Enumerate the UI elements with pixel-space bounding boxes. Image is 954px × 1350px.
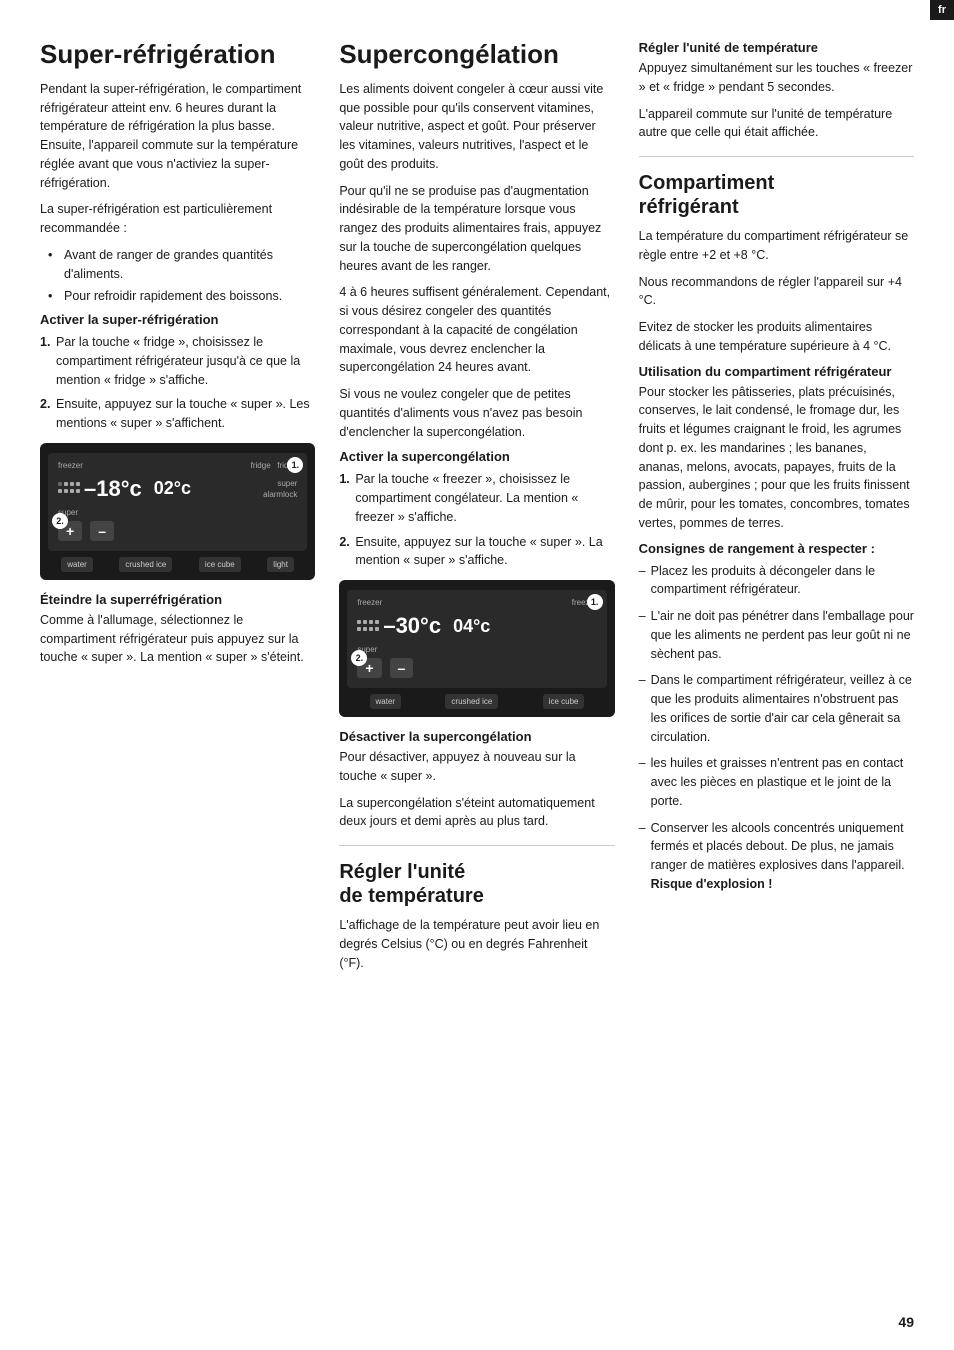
dash-item-5: Conserver les alcools concentrés uniquem… bbox=[639, 819, 914, 894]
regler-right-para2: L'appareil commute sur l'unité de tempér… bbox=[639, 105, 914, 143]
utilisation-title: Utilisation du compartiment réfrigérateu… bbox=[639, 364, 914, 379]
temp-right-2: 04°c bbox=[453, 616, 490, 637]
supercongel-title: Supercongélation bbox=[339, 40, 614, 70]
bullet-item-1: Avant de ranger de grandes quantités d'a… bbox=[56, 246, 315, 284]
btn-water-1: water bbox=[61, 557, 93, 572]
dash-item-1: Placez les produits à décongeler dans le… bbox=[639, 562, 914, 600]
regler-right-title: Régler l'unité de température bbox=[639, 40, 914, 55]
consignes-title: Consignes de rangement à respecter : bbox=[639, 541, 914, 556]
display-panel-1: 1. freezer fridge fridge –18°c 02°c bbox=[40, 443, 315, 580]
regler-title: Régler l'unité de température bbox=[339, 860, 614, 908]
btn-water-2: water bbox=[370, 694, 402, 709]
btn-crushed-2: crushed ice bbox=[445, 694, 498, 709]
supercongel-step-2: Ensuite, appuyez sur la touche « super »… bbox=[339, 533, 614, 571]
divider-1 bbox=[339, 845, 614, 846]
dash-item-3: Dans le compartiment réfrigérateur, veil… bbox=[639, 671, 914, 746]
supercongel-step-1: Par la touche « freezer », choisissez le… bbox=[339, 470, 614, 526]
utilisation-para: Pour stocker les pâtisseries, plats préc… bbox=[639, 383, 914, 533]
activate-steps-list: Par la touche « fridge », choisissez le … bbox=[40, 333, 315, 433]
lang-badge: fr bbox=[930, 0, 954, 20]
step-number-2: 2. bbox=[52, 513, 68, 529]
display-buttons-row-2: water crushed ice ice cube bbox=[347, 694, 606, 709]
compartiment-para2: Nous recommandons de régler l'appareil s… bbox=[639, 273, 914, 311]
supercongel-para2: Pour qu'il ne se produise pas d'augmenta… bbox=[339, 182, 614, 276]
dash-item-2: L'air ne doit pas pénétrer dans l'emball… bbox=[639, 607, 914, 663]
super-ref-para2: La super-réfrigération est particulièrem… bbox=[40, 200, 315, 238]
compartiment-para1: La température du compartiment réfrigéra… bbox=[639, 227, 914, 265]
btn-light-1: light bbox=[267, 557, 294, 572]
deactivate-title: Éteindre la superréfrigération bbox=[40, 592, 315, 607]
divider-2 bbox=[639, 156, 914, 157]
bullet-item-2: Pour refroidir rapidement des boissons. bbox=[56, 287, 315, 306]
freezer-label-2a: freezer bbox=[357, 598, 382, 607]
freezer-label: freezer bbox=[58, 461, 83, 470]
activate-supercongel-title: Activer la supercongélation bbox=[339, 449, 614, 464]
temp-left-1: –18°c bbox=[84, 476, 142, 502]
btn-minus-2: – bbox=[390, 658, 414, 678]
display-buttons-row-1: water crushed ice ice cube light bbox=[48, 557, 307, 572]
super-ref-para1: Pendant la super-réfrigération, le compa… bbox=[40, 80, 315, 193]
col-mid: Supercongélation Les aliments doivent co… bbox=[339, 40, 614, 980]
compartiment-para3: Evitez de stocker les produits alimentai… bbox=[639, 318, 914, 356]
col-left: Super-réfrigération Pendant la super-réf… bbox=[40, 40, 315, 980]
deactivate-supercongel-para1: Pour désactiver, appuyez à nouveau sur l… bbox=[339, 748, 614, 786]
page-number: 49 bbox=[898, 1314, 914, 1330]
supercongel-para4: Si vous ne voulez congeler que de petite… bbox=[339, 385, 614, 441]
btn-crushed-1: crushed ice bbox=[119, 557, 172, 572]
btn-minus-1: – bbox=[90, 521, 114, 541]
step-number-1: 1. bbox=[287, 457, 303, 473]
step-number-1-b: 1. bbox=[587, 594, 603, 610]
activate-supercongel-steps: Par la touche « freezer », choisissez le… bbox=[339, 470, 614, 570]
activate-step-1: Par la touche « fridge », choisissez le … bbox=[40, 333, 315, 389]
supercongel-para1: Les aliments doivent congeler à cœur aus… bbox=[339, 80, 614, 174]
risque-bold: Risque d'explosion ! bbox=[651, 877, 773, 891]
activate-step-2: Ensuite, appuyez sur la touche « super »… bbox=[40, 395, 315, 433]
deactivate-supercongel-para2: La supercongélation s'éteint automatique… bbox=[339, 794, 614, 832]
temp-right-1: 02°c bbox=[154, 478, 191, 499]
activate-super-ref-title: Activer la super-réfrigération bbox=[40, 312, 315, 327]
regler-right-para1: Appuyez simultanément sur les touches « … bbox=[639, 59, 914, 97]
deactivate-supercongel-title: Désactiver la supercongélation bbox=[339, 729, 614, 744]
btn-icecube-2: ice cube bbox=[543, 694, 585, 709]
dash-item-4: les huiles et graisses n'entrent pas en … bbox=[639, 754, 914, 810]
supercongel-para3: 4 à 6 heures suffisent généralement. Cep… bbox=[339, 283, 614, 377]
super-refrigeration-title: Super-réfrigération bbox=[40, 40, 315, 70]
deactivate-para: Comme à l'allumage, sélectionnez le comp… bbox=[40, 611, 315, 667]
display-screen-2: 1. freezer freezer –30°c 04°c bbox=[347, 590, 606, 688]
page-container: fr Super-réfrigération Pendant la super-… bbox=[0, 0, 954, 1350]
btn-icecube-1: ice cube bbox=[199, 557, 241, 572]
regler-mid-para: L'affichage de la température peut avoir… bbox=[339, 916, 614, 972]
display-screen-1: 1. freezer fridge fridge –18°c 02°c bbox=[48, 453, 307, 551]
temp-left-2: –30°c bbox=[383, 613, 441, 639]
display-panel-2: 1. freezer freezer –30°c 04°c bbox=[339, 580, 614, 717]
col-right: Régler l'unité de température Appuyez si… bbox=[639, 40, 914, 980]
super-ref-bullet-list: Avant de ranger de grandes quantités d'a… bbox=[56, 246, 315, 306]
compartiment-title: Compartiment réfrigérant bbox=[639, 171, 914, 219]
consignes-dash-list: Placez les produits à décongeler dans le… bbox=[639, 562, 914, 894]
super-label-2: super bbox=[357, 645, 596, 654]
